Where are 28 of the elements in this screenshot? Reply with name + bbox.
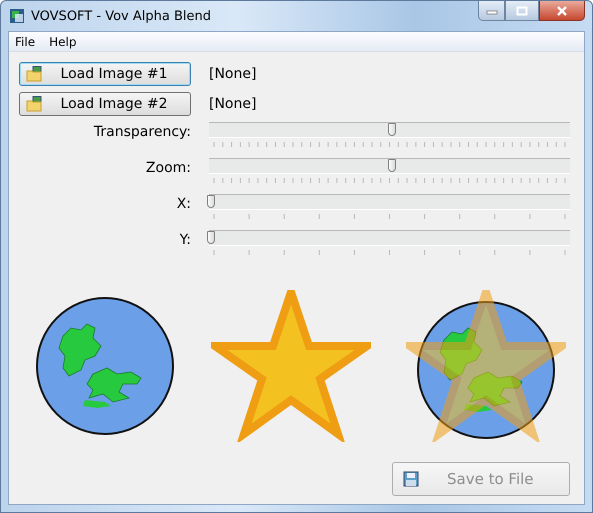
- file-name: [None]: [209, 95, 258, 114]
- slider-thumb[interactable]: [207, 231, 215, 244]
- folder-picture-icon: [26, 96, 44, 112]
- slider-label: Zoom:: [144, 159, 191, 177]
- slider-thumb[interactable]: [388, 123, 396, 136]
- load-image-button[interactable]: Load Image #2: [19, 92, 191, 116]
- load-image-button[interactable]: Load Image #1: [19, 62, 191, 86]
- save-icon: [403, 471, 419, 487]
- slider-track[interactable]: [209, 194, 570, 210]
- slider-track[interactable]: [209, 158, 570, 174]
- slider-thumb[interactable]: [207, 195, 215, 208]
- slider-label: Transparency:: [92, 123, 191, 141]
- maximize-button[interactable]: [505, 1, 539, 21]
- minimize-button[interactable]: [478, 1, 505, 21]
- window-title: VOVSOFT - Vov Alpha Blend: [31, 8, 211, 24]
- close-icon: [556, 6, 568, 16]
- app-icon: [9, 8, 25, 24]
- close-button[interactable]: [539, 1, 585, 21]
- slider-track[interactable]: [209, 230, 570, 246]
- file-name: [None]: [209, 65, 258, 84]
- folder-picture-icon: [26, 66, 44, 82]
- menu-item[interactable]: Help: [49, 34, 76, 48]
- menu-item[interactable]: File: [15, 34, 36, 48]
- slider-track[interactable]: [209, 122, 570, 138]
- maximize-icon: [516, 6, 528, 16]
- slider-label: X:: [176, 195, 191, 213]
- slider-label: Y:: [178, 231, 191, 249]
- slider-thumb[interactable]: [388, 159, 396, 172]
